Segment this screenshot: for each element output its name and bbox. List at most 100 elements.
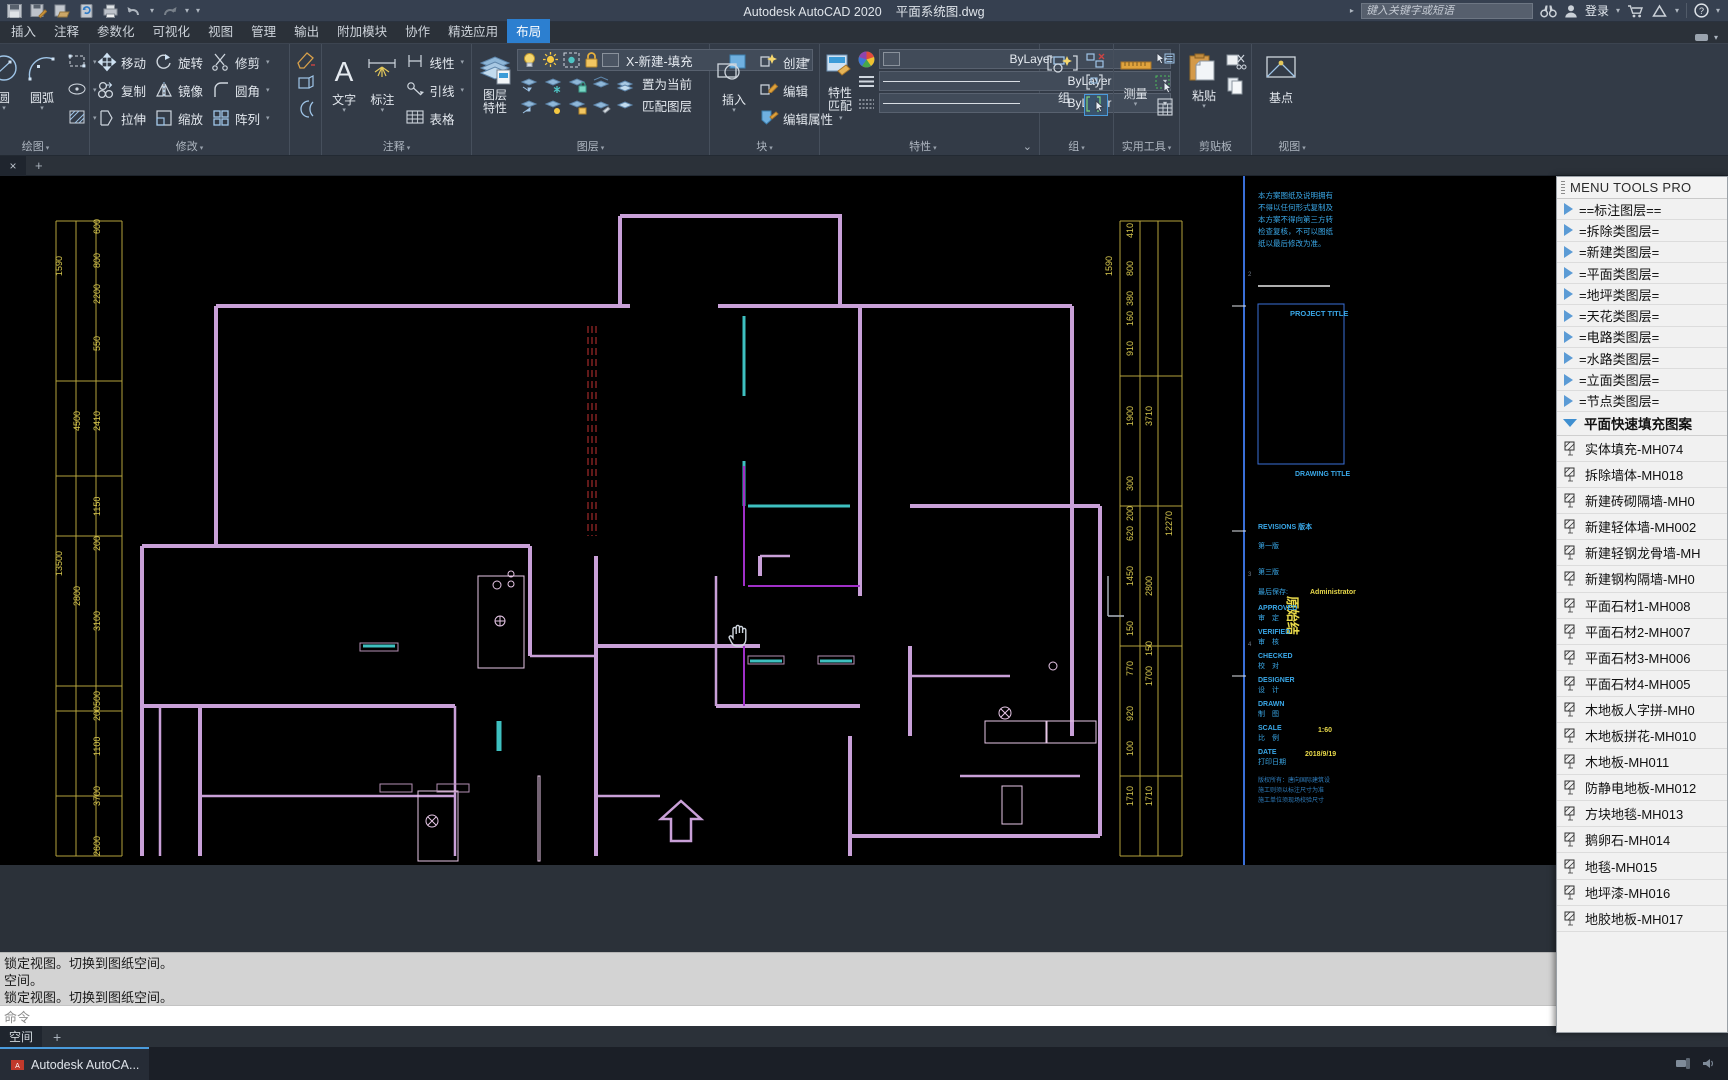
calculator-icon[interactable]: [1154, 97, 1176, 117]
modify-trim-button[interactable]: 修剪 ▾: [207, 49, 274, 75]
modify-copy-button[interactable]: 复制: [93, 77, 150, 103]
expand-arrow-icon[interactable]: [1564, 394, 1573, 407]
tab-visualize[interactable]: 可视化: [144, 19, 200, 43]
ungroup-icon[interactable]: [1085, 51, 1107, 71]
user-icon[interactable]: [1564, 4, 1578, 18]
file-tab-new[interactable]: +: [26, 158, 52, 173]
palette-hatch-14[interactable]: 方块地毯-MH013: [1557, 801, 1727, 828]
palette-layer-group-1[interactable]: =拆除类图层=: [1557, 220, 1727, 242]
palette-hatch-3[interactable]: 新建轻体墙-MH002: [1557, 514, 1727, 541]
save-as-icon[interactable]: [30, 3, 47, 19]
palette-hatch-2[interactable]: 新建砖砌隔墙-MH0: [1557, 488, 1727, 515]
palette-title-bar[interactable]: MENU TOOLS PRO: [1557, 177, 1727, 199]
modify-array-dropdown-arrow[interactable]: ▾: [266, 114, 270, 122]
draw-circle-dropdown-arrow[interactable]: ▾: [2, 105, 6, 112]
palette-layer-group-0[interactable]: ==标注图层==: [1557, 199, 1727, 221]
sign-in-dropdown-arrow[interactable]: ▾: [1616, 6, 1620, 15]
expand-arrow-icon[interactable]: [1564, 224, 1573, 237]
layer-freeze-icon[interactable]: [541, 73, 565, 94]
draw-arc-dropdown-arrow[interactable]: ▾: [40, 105, 44, 112]
measure-dropdown-arrow[interactable]: ▾: [1134, 101, 1138, 108]
palette-hatch-0[interactable]: 实体填充-MH074: [1557, 436, 1727, 463]
measure-button[interactable]: 测量 ▾: [1117, 49, 1154, 108]
autodesk-icon[interactable]: [1651, 4, 1668, 18]
palette-hatch-12[interactable]: 木地板-MH011: [1557, 749, 1727, 776]
palette-hatch-5[interactable]: 新建钢构隔墙-MH0: [1557, 566, 1727, 593]
menu-tools-palette[interactable]: MENU TOOLS PRO ==标注图层== =拆除类图层= =新建类图层= …: [1556, 176, 1728, 1033]
palette-hatch-16[interactable]: 地毯-MH015: [1557, 853, 1727, 880]
lightbulb-icon[interactable]: [520, 51, 539, 69]
tab-layout[interactable]: 布局: [507, 19, 551, 43]
palette-layer-group-4[interactable]: =地坪类图层=: [1557, 284, 1727, 306]
color-wheel-icon[interactable]: [857, 50, 876, 69]
tab-insert[interactable]: 插入: [2, 19, 45, 43]
group-edit-icon[interactable]: [1085, 73, 1107, 93]
palette-layer-group-8[interactable]: =立面类图层=: [1557, 369, 1727, 391]
layer-lock-icon[interactable]: [565, 73, 589, 94]
erase-icon[interactable]: [295, 49, 317, 69]
search-expand-arrow[interactable]: ▸: [1350, 6, 1354, 15]
block-insert-button[interactable]: 插入 ▾: [713, 49, 755, 114]
drawing-canvas[interactable]: 600 800 2200 550 4500 2410 1150 200 3100…: [0, 176, 1728, 865]
expand-arrow-icon[interactable]: [1564, 352, 1573, 365]
tab-annotate[interactable]: 注释: [45, 19, 88, 43]
layer-set-current-button[interactable]: 置为当前: [640, 73, 694, 94]
paste-dropdown-arrow[interactable]: ▾: [1202, 103, 1206, 110]
palette-layer-group-7[interactable]: =水路类图层=: [1557, 348, 1727, 370]
expand-arrow-icon[interactable]: [1564, 267, 1573, 280]
palette-hatch-4[interactable]: 新建轻钢龙骨墙-MH: [1557, 540, 1727, 567]
palette-hatch-15[interactable]: 鹅卵石-MH014: [1557, 827, 1727, 854]
undo-icon[interactable]: [126, 3, 143, 19]
cut-icon[interactable]: [1225, 52, 1247, 72]
tab-featured-apps[interactable]: 精选应用: [439, 19, 507, 43]
layer-unisolate-icon[interactable]: [517, 95, 541, 116]
select-all-icon[interactable]: [1154, 74, 1176, 94]
annotation-text-button[interactable]: A 文字 ▾: [325, 49, 363, 114]
modify-mirror-button[interactable]: 镜像: [150, 77, 207, 103]
tab-parametric[interactable]: 参数化: [88, 19, 144, 43]
redo-icon[interactable]: [161, 3, 178, 19]
palette-list[interactable]: ==标注图层== =拆除类图层= =新建类图层= =平面类图层= =地坪类图层=…: [1557, 199, 1727, 1032]
network-icon[interactable]: [1675, 1057, 1691, 1070]
ribbon-display-icon[interactable]: [1694, 31, 1710, 43]
expand-arrow-icon[interactable]: [1564, 203, 1573, 216]
modify-stretch-button[interactable]: 拉伸: [93, 105, 150, 131]
palette-layer-group-6[interactable]: =电路类图层=: [1557, 327, 1727, 349]
tab-view[interactable]: 视图: [199, 19, 242, 43]
taskbar-autocad-button[interactable]: A Autodesk AutoCA...: [0, 1047, 150, 1080]
layer-match-button[interactable]: 匹配图层: [640, 95, 694, 116]
sun-icon[interactable]: [541, 51, 560, 69]
tab-addins[interactable]: 附加模块: [328, 19, 396, 43]
annotation-linear-button[interactable]: 线性 ▾: [401, 49, 468, 75]
annotation-dimension-button[interactable]: 标注 ▾: [363, 49, 401, 114]
copy-clip-icon[interactable]: [1225, 76, 1247, 96]
layer-set-current-icon[interactable]: [613, 73, 637, 94]
palette-hatch-7[interactable]: 平面石材2-MH007: [1557, 619, 1727, 645]
offset-icon[interactable]: [295, 99, 317, 119]
draw-arc-button[interactable]: 圆弧 ▾: [23, 49, 61, 112]
tab-manage[interactable]: 管理: [242, 19, 285, 43]
properties-dialog-launcher[interactable]: ⌄: [1023, 140, 1036, 155]
annotation-leader-button[interactable]: 引线 ▾: [401, 77, 468, 103]
annotation-table-button[interactable]: 表格: [401, 105, 468, 131]
palette-hatch-18[interactable]: 地胶地板-MH017: [1557, 906, 1727, 932]
layer-match-icon[interactable]: [589, 95, 613, 116]
group-button[interactable]: 组: [1043, 49, 1085, 106]
lock-icon[interactable]: [583, 51, 600, 69]
modify-array-button[interactable]: 阵列 ▾: [207, 105, 274, 131]
modify-move-button[interactable]: 移动: [93, 49, 150, 75]
expand-arrow-icon[interactable]: [1564, 309, 1573, 322]
sign-in-button[interactable]: 登录: [1585, 2, 1609, 19]
layer-isolate-icon[interactable]: [517, 73, 541, 94]
collapse-arrow-icon[interactable]: [1563, 419, 1577, 428]
layer-color-swatch[interactable]: [602, 53, 619, 67]
modify-scale-button[interactable]: 缩放: [150, 105, 207, 131]
palette-hatch-17[interactable]: 地坪漆-MH016: [1557, 880, 1727, 906]
redo-dropdown-arrow[interactable]: ▾: [185, 6, 189, 15]
layer-on-icon[interactable]: [589, 73, 613, 94]
layer-unlock-icon[interactable]: [565, 95, 589, 116]
layer-properties-button[interactable]: 图层 特性: [475, 49, 515, 115]
draw-circle-button[interactable]: 圆 ▾: [0, 49, 23, 112]
sync-icon[interactable]: [78, 3, 95, 19]
palette-hatch-11[interactable]: 木地板拼花-MH010: [1557, 723, 1727, 750]
